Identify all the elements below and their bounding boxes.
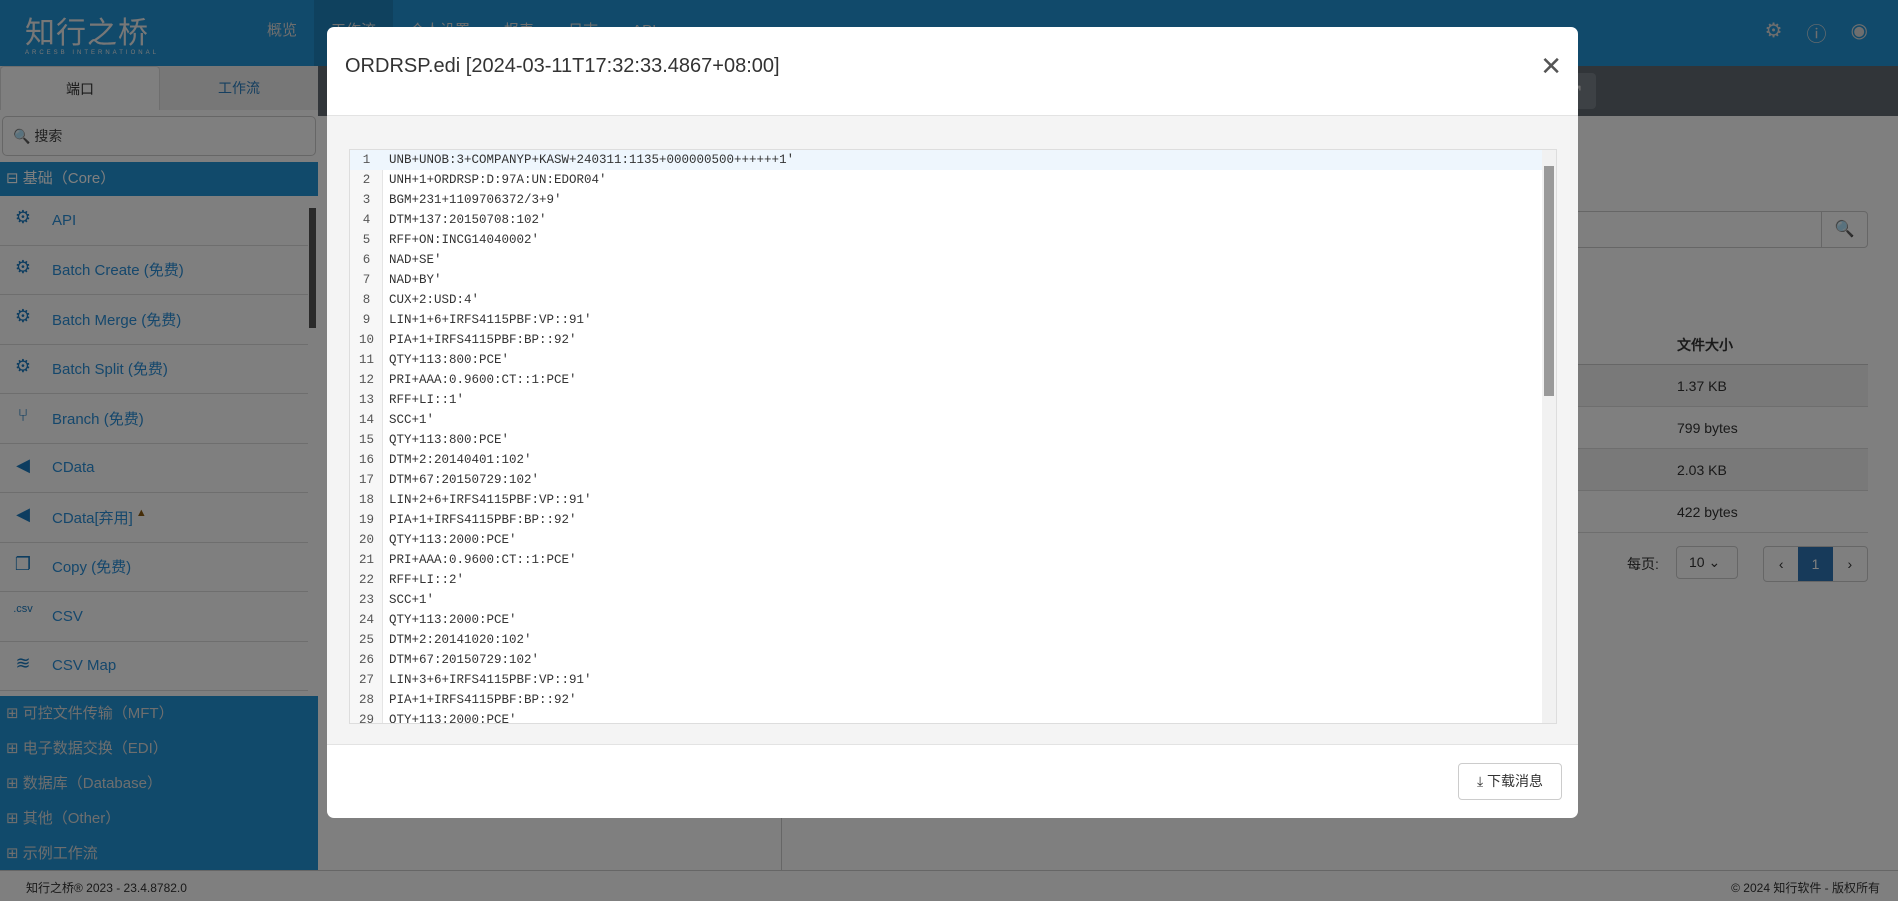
editor-scrollbar[interactable]: [1542, 150, 1556, 723]
code-line: 4 DTM+137:20150708:102': [350, 210, 1556, 230]
code-line: 10 PIA+1+IRFS4115PBF:BP::92': [350, 330, 1556, 350]
line-text: PIA+1+IRFS4115PBF:BP::92': [389, 693, 577, 707]
line-text: QTY+113:800:PCE': [389, 353, 510, 367]
line-text: RFF+ON:INCG14040002': [389, 233, 540, 247]
code-line: 15 QTY+113:800:PCE': [350, 430, 1556, 450]
code-line: 21 PRI+AAA:0.9600:CT::1:PCE': [350, 550, 1556, 570]
line-number: 15: [358, 433, 374, 447]
line-text: LIN+3+6+IRFS4115PBF:VP::91': [389, 673, 592, 687]
message-modal: ORDRSP.edi [2024-03-11T17:32:33.4867+08:…: [327, 27, 1578, 818]
line-number: 1: [362, 153, 371, 167]
modal-title: ORDRSP.edi [2024-03-11T17:32:33.4867+08:…: [345, 55, 780, 77]
line-number: 24: [358, 613, 374, 627]
line-number: 26: [358, 653, 374, 667]
line-number: 22: [358, 573, 374, 587]
line-text: SCC+1': [389, 413, 435, 427]
line-number: 18: [358, 493, 374, 507]
line-number: 27: [358, 673, 374, 687]
code-line: 9 LIN+1+6+IRFS4115PBF:VP::91': [350, 310, 1556, 330]
line-number: 11: [358, 353, 374, 367]
line-text: RFF+LI::2': [389, 573, 465, 587]
line-text: UNH+1+ORDRSP:D:97A:UN:EDOR04': [389, 173, 607, 187]
line-number: 25: [358, 633, 374, 647]
line-number: 20: [358, 533, 374, 547]
line-text: LIN+2+6+IRFS4115PBF:VP::91': [389, 493, 592, 507]
line-number: 5: [362, 233, 371, 247]
code-line: 18 LIN+2+6+IRFS4115PBF:VP::91': [350, 490, 1556, 510]
code-line: 13 RFF+LI::1': [350, 390, 1556, 410]
code-line: 11 QTY+113:800:PCE': [350, 350, 1556, 370]
code-line: 3 BGM+231+1109706372/3+9': [350, 190, 1556, 210]
line-number: 4: [362, 213, 371, 227]
code-line: 19 PIA+1+IRFS4115PBF:BP::92': [350, 510, 1556, 530]
code-editor[interactable]: 1 UNB+UNOB:3+COMPANYP+KASW+240311:1135+00…: [349, 149, 1557, 724]
code-line: 23 SCC+1': [350, 590, 1556, 610]
line-number: 16: [358, 453, 374, 467]
code-line: 7 NAD+BY': [350, 270, 1556, 290]
code-line: 29 QTY+113:2000:PCE': [350, 710, 1556, 724]
code-line: 5 RFF+ON:INCG14040002': [350, 230, 1556, 250]
line-text: DTM+2:20140401:102': [389, 453, 532, 467]
line-number: 12: [358, 373, 374, 387]
line-text: QTY+113:2000:PCE': [389, 713, 517, 724]
line-text: PRI+AAA:0.9600:CT::1:PCE': [389, 553, 577, 567]
line-number: 6: [362, 253, 371, 267]
line-number: 8: [362, 293, 371, 307]
close-icon[interactable]: ✕: [1540, 51, 1562, 82]
code-line: 6 NAD+SE': [350, 250, 1556, 270]
code-line: 28 PIA+1+IRFS4115PBF:BP::92': [350, 690, 1556, 710]
code-line: 26 DTM+67:20150729:102': [350, 650, 1556, 670]
code-line: 17 DTM+67:20150729:102': [350, 470, 1556, 490]
code-line: 22 RFF+LI::2': [350, 570, 1556, 590]
line-text: PIA+1+IRFS4115PBF:BP::92': [389, 333, 577, 347]
line-text: NAD+BY': [389, 273, 442, 287]
line-text: DTM+67:20150729:102': [389, 653, 540, 667]
code-line: 24 QTY+113:2000:PCE': [350, 610, 1556, 630]
line-text: QTY+113:2000:PCE': [389, 533, 517, 547]
code-line: 25 DTM+2:20141020:102': [350, 630, 1556, 650]
line-text: BGM+231+1109706372/3+9': [389, 193, 562, 207]
line-number: 3: [362, 193, 371, 207]
line-number: 29: [358, 713, 374, 724]
line-text: DTM+2:20141020:102': [389, 633, 532, 647]
line-number: 28: [358, 693, 374, 707]
line-number: 13: [358, 393, 374, 407]
scrollbar-thumb[interactable]: [1544, 166, 1554, 396]
line-text: NAD+SE': [389, 253, 442, 267]
line-number: 17: [358, 473, 374, 487]
line-text: UNB+UNOB:3+COMPANYP+KASW+240311:1135+000…: [389, 153, 795, 167]
download-message-button[interactable]: ⤓ 下载消息: [1458, 763, 1562, 800]
line-number: 7: [362, 273, 371, 287]
code-line: 16 DTM+2:20140401:102': [350, 450, 1556, 470]
line-text: DTM+67:20150729:102': [389, 473, 540, 487]
code-line: 1 UNB+UNOB:3+COMPANYP+KASW+240311:1135+00…: [350, 150, 1556, 170]
code-line: 27 LIN+3+6+IRFS4115PBF:VP::91': [350, 670, 1556, 690]
line-number: 23: [358, 593, 374, 607]
line-number: 9: [362, 313, 371, 327]
line-text: PIA+1+IRFS4115PBF:BP::92': [389, 513, 577, 527]
line-number: 2: [362, 173, 371, 187]
line-number: 21: [358, 553, 374, 567]
code-line: 14 SCC+1': [350, 410, 1556, 430]
code-line: 8 CUX+2:USD:4': [350, 290, 1556, 310]
line-text: PRI+AAA:0.9600:CT::1:PCE': [389, 373, 577, 387]
line-text: DTM+137:20150708:102': [389, 213, 547, 227]
line-text: RFF+LI::1': [389, 393, 465, 407]
code-line: 2 UNH+1+ORDRSP:D:97A:UN:EDOR04': [350, 170, 1556, 190]
line-text: CUX+2:USD:4': [389, 293, 480, 307]
download-label: 下载消息: [1487, 773, 1544, 789]
code-line: 12 PRI+AAA:0.9600:CT::1:PCE': [350, 370, 1556, 390]
download-icon: ⤓: [1476, 773, 1484, 789]
line-text: SCC+1': [389, 593, 435, 607]
line-text: QTY+113:800:PCE': [389, 433, 510, 447]
line-number: 10: [358, 333, 374, 347]
line-number: 14: [358, 413, 374, 427]
code-line: 20 QTY+113:2000:PCE': [350, 530, 1556, 550]
line-text: LIN+1+6+IRFS4115PBF:VP::91': [389, 313, 592, 327]
line-number: 19: [358, 513, 374, 527]
line-text: QTY+113:2000:PCE': [389, 613, 517, 627]
